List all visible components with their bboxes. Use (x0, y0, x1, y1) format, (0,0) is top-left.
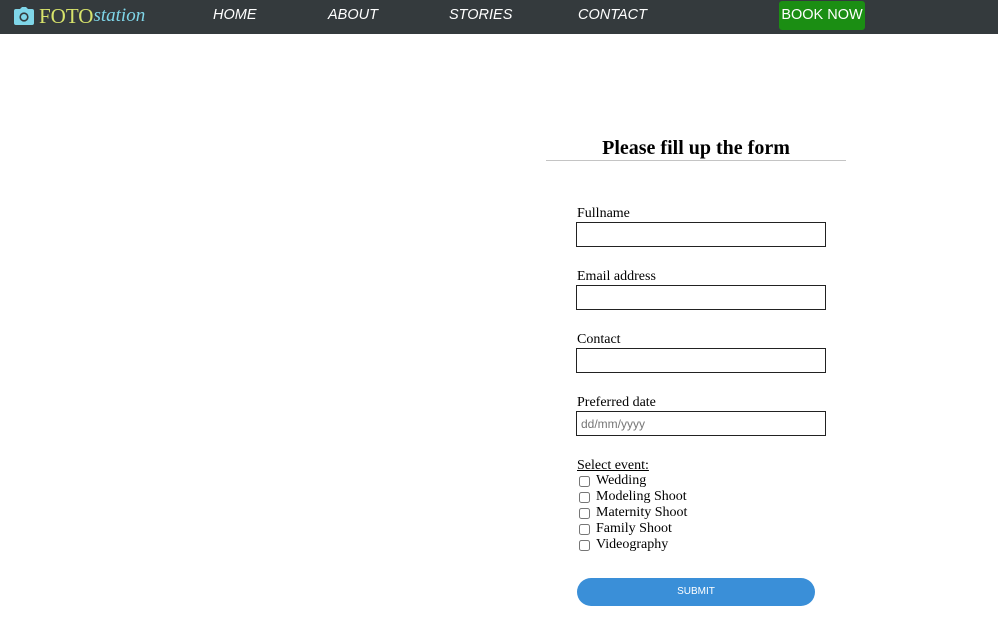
maternity-shoot-label: Maternity Shoot (596, 505, 688, 520)
wedding-checkbox[interactable] (579, 475, 590, 487)
nav-link-about[interactable]: ABOUT (328, 0, 378, 34)
form-title: Please fill up the form (602, 137, 790, 159)
nav-link-contact[interactable]: CONTACT (578, 0, 647, 34)
form-title-divider (546, 160, 846, 161)
event-option-wedding: Wedding (578, 473, 646, 489)
top-navbar: FOTO station HOME ABOUT STORIES CONTACT … (0, 0, 998, 34)
nav-link-home[interactable]: HOME (213, 0, 257, 34)
modeling-shoot-label: Modeling Shoot (596, 489, 687, 504)
preferred-date-input[interactable] (576, 411, 826, 436)
videography-checkbox[interactable] (579, 539, 590, 551)
preferred-date-label: Preferred date (577, 395, 656, 410)
event-option-maternity-shoot: Maternity Shoot (578, 505, 687, 521)
book-now-button[interactable]: BOOK NOW (779, 1, 865, 30)
fullname-input[interactable] (576, 222, 826, 247)
family-shoot-label: Family Shoot (596, 521, 672, 536)
brand-name-foto: FOTO (39, 3, 94, 28)
family-shoot-checkbox[interactable] (579, 523, 590, 535)
fullname-label: Fullname (577, 206, 630, 221)
event-option-family-shoot: Family Shoot (578, 521, 672, 537)
select-event-label: Select event: (577, 458, 649, 473)
event-option-videography: Videography (578, 537, 668, 553)
videography-label: Videography (596, 537, 669, 552)
brand-logo[interactable]: FOTO station (14, 3, 145, 29)
camera-icon (14, 7, 34, 25)
brand-name-station: station (93, 5, 146, 26)
wedding-label: Wedding (596, 473, 647, 488)
event-option-modeling-shoot: Modeling Shoot (578, 489, 687, 505)
maternity-shoot-checkbox[interactable] (579, 507, 590, 519)
contact-input[interactable] (576, 348, 826, 373)
contact-label: Contact (577, 332, 621, 347)
submit-button[interactable]: SUBMIT (577, 578, 815, 606)
modeling-shoot-checkbox[interactable] (579, 491, 590, 503)
nav-link-stories[interactable]: STORIES (449, 0, 512, 34)
email-label: Email address (577, 269, 656, 284)
email-input[interactable] (576, 285, 826, 310)
